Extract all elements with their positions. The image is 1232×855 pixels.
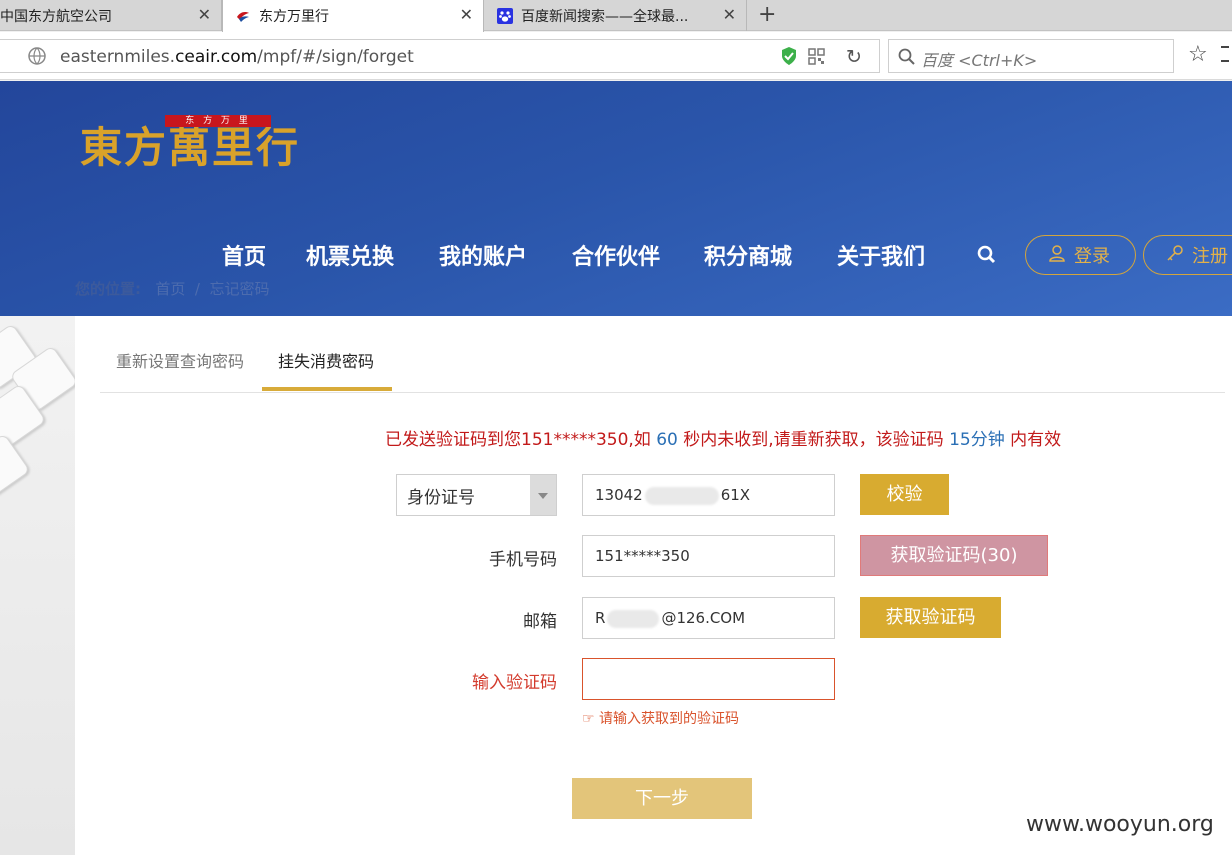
new-tab-button[interactable]: + bbox=[758, 2, 776, 27]
id-type-value: 身份证号 bbox=[407, 488, 475, 508]
tab-title: 东方万里行 bbox=[259, 9, 329, 25]
email-value-start: R bbox=[595, 609, 606, 627]
pointing-hand-icon: ☞ bbox=[582, 711, 595, 727]
code-hint-text: 请输入获取到的验证码 bbox=[599, 711, 740, 727]
browser-tab-bar: 中国东方航空公司 ✕ 东方万里行 ✕ 百度新闻搜索——全球最... ✕ + bbox=[0, 0, 1232, 32]
shield-check-icon[interactable] bbox=[780, 46, 798, 70]
nav-about-us[interactable]: 关于我们 bbox=[837, 239, 925, 271]
key-icon bbox=[1166, 244, 1184, 267]
nav-points-mall[interactable]: 积分商城 bbox=[704, 239, 792, 271]
china-eastern-favicon-icon bbox=[235, 8, 251, 24]
code-hint: ☞ 请输入获取到的验证码 bbox=[582, 708, 739, 728]
email-label: 邮箱 bbox=[523, 612, 557, 632]
site-header: 東方萬里行 东 方 万 里 首页 机票兑换 我的账户 合作伙伴 积分商城 关于我… bbox=[0, 81, 1232, 316]
code-sent-notice: 已发送验证码到您151*****350,如 60 秒内未收到,请重新获取，该验证… bbox=[385, 425, 1061, 450]
url-prefix: easternmiles. bbox=[60, 47, 176, 67]
watermark: www.wooyun.org bbox=[1026, 812, 1214, 837]
notice-suffix: 内有效 bbox=[1010, 430, 1062, 450]
redacted-blur bbox=[644, 486, 719, 505]
url-text: easternmiles.ceair.com/mpf/#/sign/forget bbox=[60, 47, 414, 67]
notice-middle: 秒内未收到,请重新获取，该验证码 bbox=[683, 430, 944, 450]
keyboard-background-image bbox=[0, 316, 79, 855]
id-value-end: 61X bbox=[720, 486, 751, 504]
baidu-paw-icon bbox=[497, 7, 513, 24]
nav-my-account[interactable]: 我的账户 bbox=[439, 239, 527, 271]
nav-home[interactable]: 首页 bbox=[222, 239, 266, 271]
search-box[interactable]: 百度 <Ctrl+K> bbox=[888, 39, 1174, 73]
phone-label: 手机号码 bbox=[489, 550, 557, 570]
address-bar: ❯ easternmiles.ceair.com/mpf/#/sign/forg… bbox=[0, 32, 1232, 80]
breadcrumb-home[interactable]: 首页 bbox=[155, 280, 185, 298]
breadcrumb-current: 忘记密码 bbox=[209, 280, 270, 298]
close-icon[interactable]: ✕ bbox=[198, 5, 211, 24]
tab-title: 百度新闻搜索——全球最... bbox=[521, 8, 689, 25]
browser-tab-ceair[interactable]: 中国东方航空公司 ✕ bbox=[0, 0, 222, 31]
site-search-icon[interactable] bbox=[977, 245, 996, 268]
code-label: 输入验证码 bbox=[472, 673, 557, 693]
url-field[interactable]: easternmiles.ceair.com/mpf/#/sign/forget… bbox=[0, 39, 880, 73]
notice-minutes: 15分钟 bbox=[949, 430, 1005, 450]
qr-code-icon[interactable] bbox=[808, 48, 825, 69]
get-code-countdown-button[interactable]: 获取验证码(30) bbox=[860, 535, 1048, 576]
redacted-blur bbox=[607, 609, 660, 628]
keyboard-key-decor bbox=[0, 433, 31, 501]
notice-prefix: 已发送验证码到您151*****350,如 bbox=[385, 430, 651, 450]
tab-reset-query-password[interactable]: 重新设置查询密码 bbox=[116, 348, 244, 372]
browser-tab-baidu-news[interactable]: 百度新闻搜索——全球最... ✕ bbox=[485, 0, 747, 31]
url-path: /mpf/#/sign/forget bbox=[257, 47, 414, 67]
nav-ticket-redemption[interactable]: 机票兑换 bbox=[306, 239, 394, 271]
verification-code-input[interactable] bbox=[582, 658, 835, 700]
forgot-password-panel: 重新设置查询密码 挂失消费密码 已发送验证码到您151*****350,如 60… bbox=[75, 316, 1232, 855]
globe-icon bbox=[28, 47, 46, 69]
tab-title: 中国东方航空公司 bbox=[0, 8, 112, 25]
user-icon bbox=[1048, 244, 1066, 267]
id-type-select[interactable]: 身份证号 bbox=[396, 474, 557, 516]
reload-icon[interactable]: ↻ bbox=[846, 46, 862, 68]
register-button[interactable]: 注册 bbox=[1143, 235, 1232, 275]
browser-tab-easternmiles[interactable]: 东方万里行 ✕ bbox=[222, 0, 484, 32]
email-value-end: @126.COM bbox=[661, 609, 746, 627]
chevron-down-icon bbox=[530, 475, 556, 515]
id-value-start: 13042 bbox=[595, 486, 643, 504]
nav-partners[interactable]: 合作伙伴 bbox=[572, 239, 660, 271]
password-tabs: 重新设置查询密码 挂失消费密码 bbox=[100, 316, 1225, 393]
login-button[interactable]: 登录 bbox=[1025, 235, 1136, 275]
url-domain: ceair.com bbox=[175, 47, 258, 67]
breadcrumb: 您的位置: 首页 / 忘记密码 bbox=[75, 278, 270, 299]
search-icon bbox=[898, 48, 915, 69]
phone-field[interactable]: 151*****350 bbox=[582, 535, 835, 577]
get-code-button[interactable]: 获取验证码 bbox=[860, 597, 1001, 638]
tab-report-loss-consumption-password[interactable]: 挂失消费密码 bbox=[278, 348, 374, 372]
search-placeholder: 百度 <Ctrl+K> bbox=[921, 51, 1038, 70]
email-field[interactable]: R @126.COM bbox=[582, 597, 835, 639]
verify-button[interactable]: 校验 bbox=[860, 474, 949, 515]
breadcrumb-label: 您的位置: bbox=[75, 280, 141, 298]
breadcrumb-separator: / bbox=[194, 280, 200, 298]
close-icon[interactable]: ✕ bbox=[723, 5, 736, 24]
close-icon[interactable]: ✕ bbox=[460, 5, 473, 24]
logo-red-banner: 东 方 万 里 bbox=[165, 115, 271, 127]
active-tab-underline bbox=[262, 387, 392, 391]
login-label: 登录 bbox=[1074, 246, 1110, 267]
register-label: 注册 bbox=[1192, 246, 1228, 267]
id-number-field[interactable]: 13042 61X bbox=[582, 474, 835, 516]
menu-icon[interactable] bbox=[1221, 46, 1229, 62]
next-step-button[interactable]: 下一步 bbox=[572, 778, 752, 819]
notice-seconds: 60 bbox=[656, 430, 678, 450]
easternmiles-logo[interactable]: 東方萬里行 东 方 万 里 bbox=[80, 106, 298, 176]
star-icon[interactable]: ☆ bbox=[1188, 42, 1208, 67]
